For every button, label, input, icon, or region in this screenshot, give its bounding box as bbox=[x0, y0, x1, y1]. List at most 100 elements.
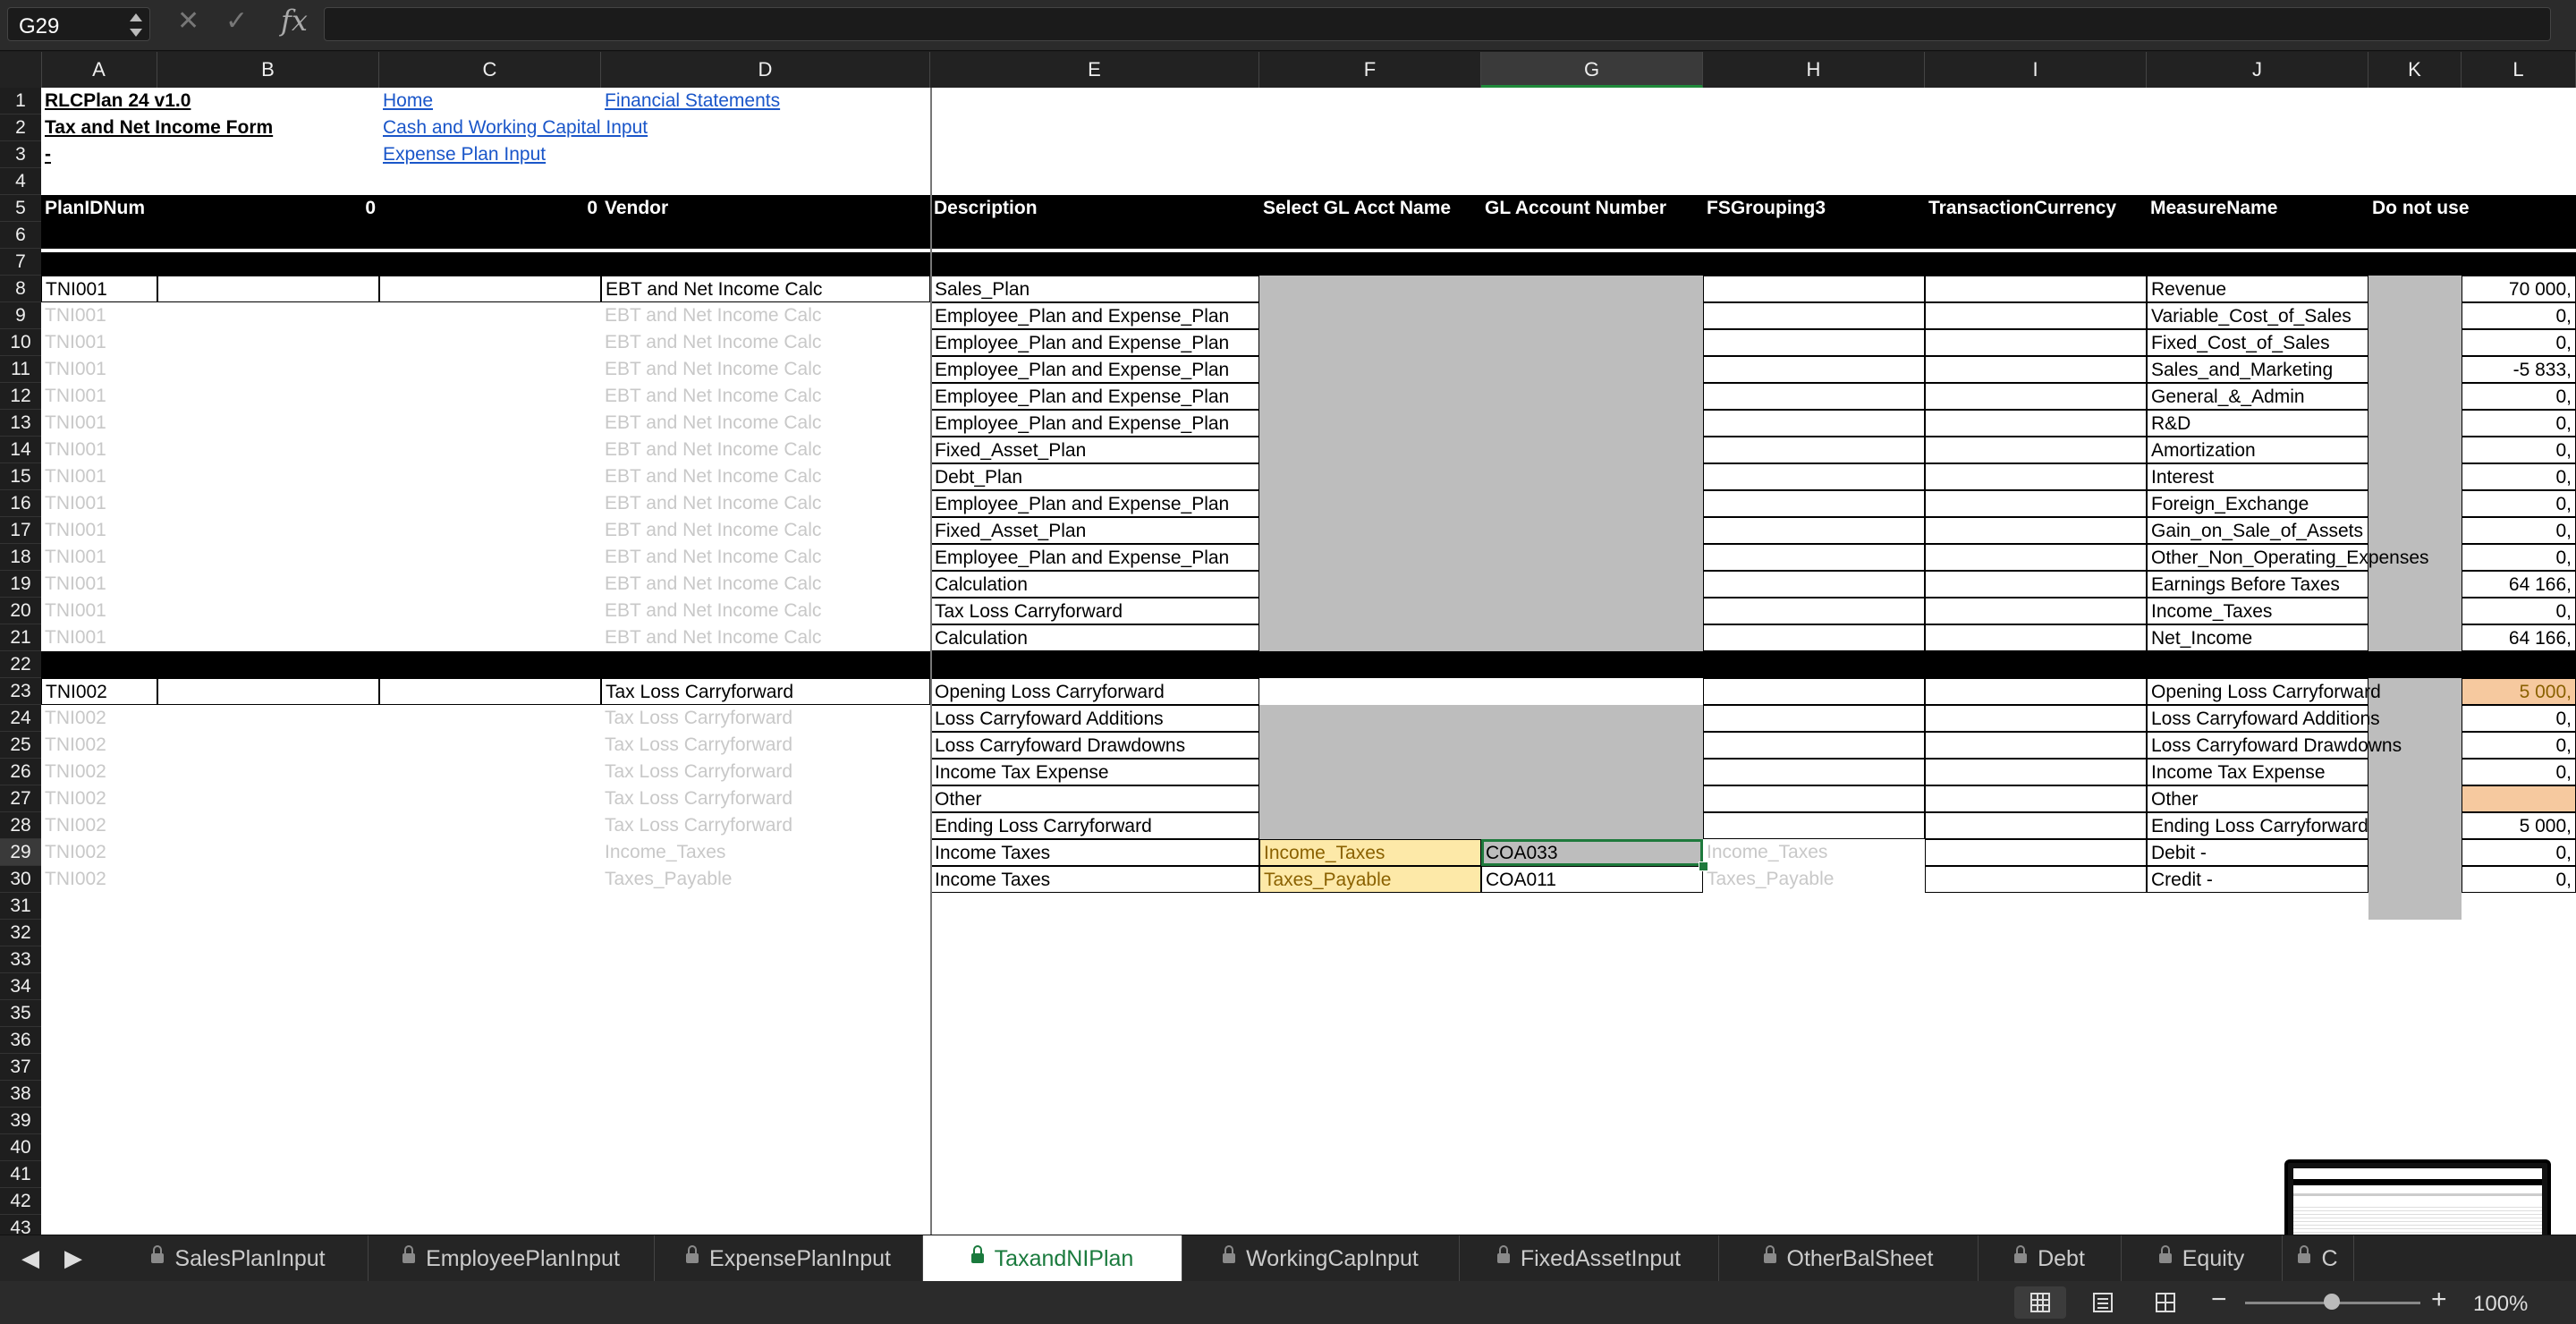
currency-cell[interactable] bbox=[1925, 624, 2147, 651]
measure-name-cell[interactable]: Opening Loss Carryforward bbox=[2147, 678, 2381, 705]
fsgrouping-cell[interactable] bbox=[1703, 732, 1925, 759]
chevron-down-icon[interactable] bbox=[130, 29, 142, 37]
value-cell[interactable]: 0, bbox=[2462, 866, 2576, 893]
expense-plan-link[interactable]: Expense Plan Input bbox=[379, 141, 549, 168]
currency-cell[interactable] bbox=[1925, 571, 2147, 598]
row-header-34[interactable]: 34 bbox=[0, 973, 41, 1000]
row-header-36[interactable]: 36 bbox=[0, 1027, 41, 1054]
plan-id-cell[interactable]: TNI002 bbox=[41, 705, 157, 732]
measure-name-cell[interactable]: Other bbox=[2147, 785, 2368, 812]
vendor-cell[interactable]: EBT and Net Income Calc bbox=[601, 437, 930, 463]
currency-cell[interactable] bbox=[1925, 866, 2147, 893]
measure-name-cell[interactable]: Earnings Before Taxes bbox=[2147, 571, 2368, 598]
plan-id-cell[interactable]: TNI002 bbox=[41, 732, 157, 759]
gl-account-number-cell[interactable]: COA011 bbox=[1481, 866, 1703, 893]
plan-id-cell[interactable]: TNI002 bbox=[41, 839, 157, 866]
page-break-button[interactable] bbox=[2140, 1286, 2191, 1319]
value-cell[interactable]: 70 000, bbox=[2462, 276, 2576, 302]
sheet-tab[interactable]: OtherBalSheet bbox=[1719, 1235, 1979, 1282]
confirm-icon[interactable]: ✓ bbox=[225, 5, 248, 37]
currency-cell[interactable] bbox=[1925, 785, 2147, 812]
vendor-cell[interactable]: EBT and Net Income Calc bbox=[601, 383, 930, 410]
vendor-cell[interactable]: EBT and Net Income Calc bbox=[601, 544, 930, 571]
value-cell[interactable]: 0, bbox=[2462, 437, 2576, 463]
row-header-8[interactable]: 8 bbox=[0, 276, 41, 302]
fsgrouping-cell[interactable] bbox=[1703, 785, 1925, 812]
currency-cell[interactable] bbox=[1925, 490, 2147, 517]
fsgrouping-cell[interactable] bbox=[1703, 383, 1925, 410]
vendor-cell[interactable]: Tax Loss Carryforward bbox=[601, 705, 930, 732]
value-cell[interactable]: 0, bbox=[2462, 383, 2576, 410]
description-cell[interactable]: Fixed_Asset_Plan bbox=[930, 437, 1259, 463]
row-header-16[interactable]: 16 bbox=[0, 490, 41, 517]
tab-scroll-left-icon[interactable]: ◀ bbox=[21, 1244, 39, 1272]
vendor-cell[interactable]: Tax Loss Carryforward bbox=[601, 759, 930, 785]
plan-id-cell[interactable]: TNI001 bbox=[41, 302, 157, 329]
row-header-41[interactable]: 41 bbox=[0, 1161, 41, 1188]
zoom-out-button[interactable]: − bbox=[2211, 1285, 2227, 1315]
column-header-e[interactable]: E bbox=[930, 52, 1259, 88]
description-cell[interactable]: Employee_Plan and Expense_Plan bbox=[930, 302, 1259, 329]
row-header-10[interactable]: 10 bbox=[0, 329, 41, 356]
value-cell[interactable]: -5 833, bbox=[2462, 356, 2576, 383]
column-header-d[interactable]: D bbox=[601, 52, 930, 88]
fsgrouping-cell[interactable] bbox=[1703, 544, 1925, 571]
currency-cell[interactable] bbox=[1925, 598, 2147, 624]
currency-cell[interactable] bbox=[1925, 410, 2147, 437]
plan-id-cell[interactable]: TNI001 bbox=[41, 571, 157, 598]
column-header-l[interactable]: L bbox=[2462, 52, 2576, 88]
description-cell[interactable]: Other bbox=[930, 785, 1259, 812]
row-header-18[interactable]: 18 bbox=[0, 544, 41, 571]
value-cell[interactable]: 5 000, bbox=[2462, 812, 2576, 839]
measure-name-cell[interactable]: Variable_Cost_of_Sales bbox=[2147, 302, 2368, 329]
plan-id-cell[interactable]: TNI001 bbox=[41, 437, 157, 463]
plan-id-cell[interactable]: TNI002 bbox=[41, 812, 157, 839]
row-header-30[interactable]: 30 bbox=[0, 866, 41, 893]
plan-id-cell[interactable]: TNI001 bbox=[41, 544, 157, 571]
cell-c[interactable] bbox=[379, 276, 601, 302]
value-cell[interactable]: 0, bbox=[2462, 463, 2576, 490]
row-header-39[interactable]: 39 bbox=[0, 1108, 41, 1134]
description-cell[interactable]: Employee_Plan and Expense_Plan bbox=[930, 410, 1259, 437]
description-cell[interactable]: Employee_Plan and Expense_Plan bbox=[930, 544, 1259, 571]
measure-name-cell[interactable]: Ending Loss Carryforward bbox=[2147, 812, 2368, 839]
vendor-cell[interactable]: EBT and Net Income Calc bbox=[601, 517, 930, 544]
currency-cell[interactable] bbox=[1925, 276, 2147, 302]
fsgrouping-cell[interactable]: Taxes_Payable bbox=[1703, 866, 1925, 893]
sheet-tab[interactable]: C bbox=[2283, 1235, 2354, 1282]
value-cell[interactable]: 64 166, bbox=[2462, 624, 2576, 651]
row-header-26[interactable]: 26 bbox=[0, 759, 41, 785]
row-header-14[interactable]: 14 bbox=[0, 437, 41, 463]
description-cell[interactable]: Sales_Plan bbox=[930, 276, 1259, 302]
cash-working-capital-link[interactable]: Cash and Working Capital Input bbox=[379, 115, 651, 141]
sheet-tab[interactable]: Equity bbox=[2122, 1235, 2283, 1282]
measure-name-cell[interactable]: Income Tax Expense bbox=[2147, 759, 2368, 785]
description-cell[interactable]: Ending Loss Carryforward bbox=[930, 812, 1259, 839]
fsgrouping-cell[interactable] bbox=[1703, 490, 1925, 517]
value-cell[interactable]: 0, bbox=[2462, 759, 2576, 785]
description-cell[interactable]: Employee_Plan and Expense_Plan bbox=[930, 329, 1259, 356]
vendor-cell[interactable]: EBT and Net Income Calc bbox=[601, 490, 930, 517]
chevron-up-icon[interactable] bbox=[130, 13, 142, 21]
plan-id-cell[interactable]: TNI001 bbox=[41, 383, 157, 410]
currency-cell[interactable] bbox=[1925, 812, 2147, 839]
measure-name-cell[interactable]: Sales_and_Marketing bbox=[2147, 356, 2368, 383]
column-header-h[interactable]: H bbox=[1703, 52, 1925, 88]
value-cell[interactable]: 0, bbox=[2462, 598, 2576, 624]
row-header-27[interactable]: 27 bbox=[0, 785, 41, 812]
cell-b[interactable] bbox=[157, 678, 379, 705]
row-header-25[interactable]: 25 bbox=[0, 732, 41, 759]
worksheet-grid[interactable]: RLCPlan 24 v1.0 Tax and Net Income Form … bbox=[41, 88, 2576, 1235]
value-cell[interactable]: 0, bbox=[2462, 410, 2576, 437]
vendor-cell[interactable]: EBT and Net Income Calc bbox=[601, 598, 930, 624]
vendor-cell[interactable]: Tax Loss Carryforward bbox=[601, 678, 930, 705]
measure-name-cell[interactable]: Debit - bbox=[2147, 839, 2368, 866]
row-header-13[interactable]: 13 bbox=[0, 410, 41, 437]
fsgrouping-cell[interactable] bbox=[1703, 329, 1925, 356]
row-header-23[interactable]: 23 bbox=[0, 678, 41, 705]
value-cell[interactable]: 0, bbox=[2462, 544, 2576, 571]
row-header-15[interactable]: 15 bbox=[0, 463, 41, 490]
currency-cell[interactable] bbox=[1925, 463, 2147, 490]
description-cell[interactable]: Employee_Plan and Expense_Plan bbox=[930, 356, 1259, 383]
name-box[interactable]: G29 bbox=[7, 7, 150, 41]
